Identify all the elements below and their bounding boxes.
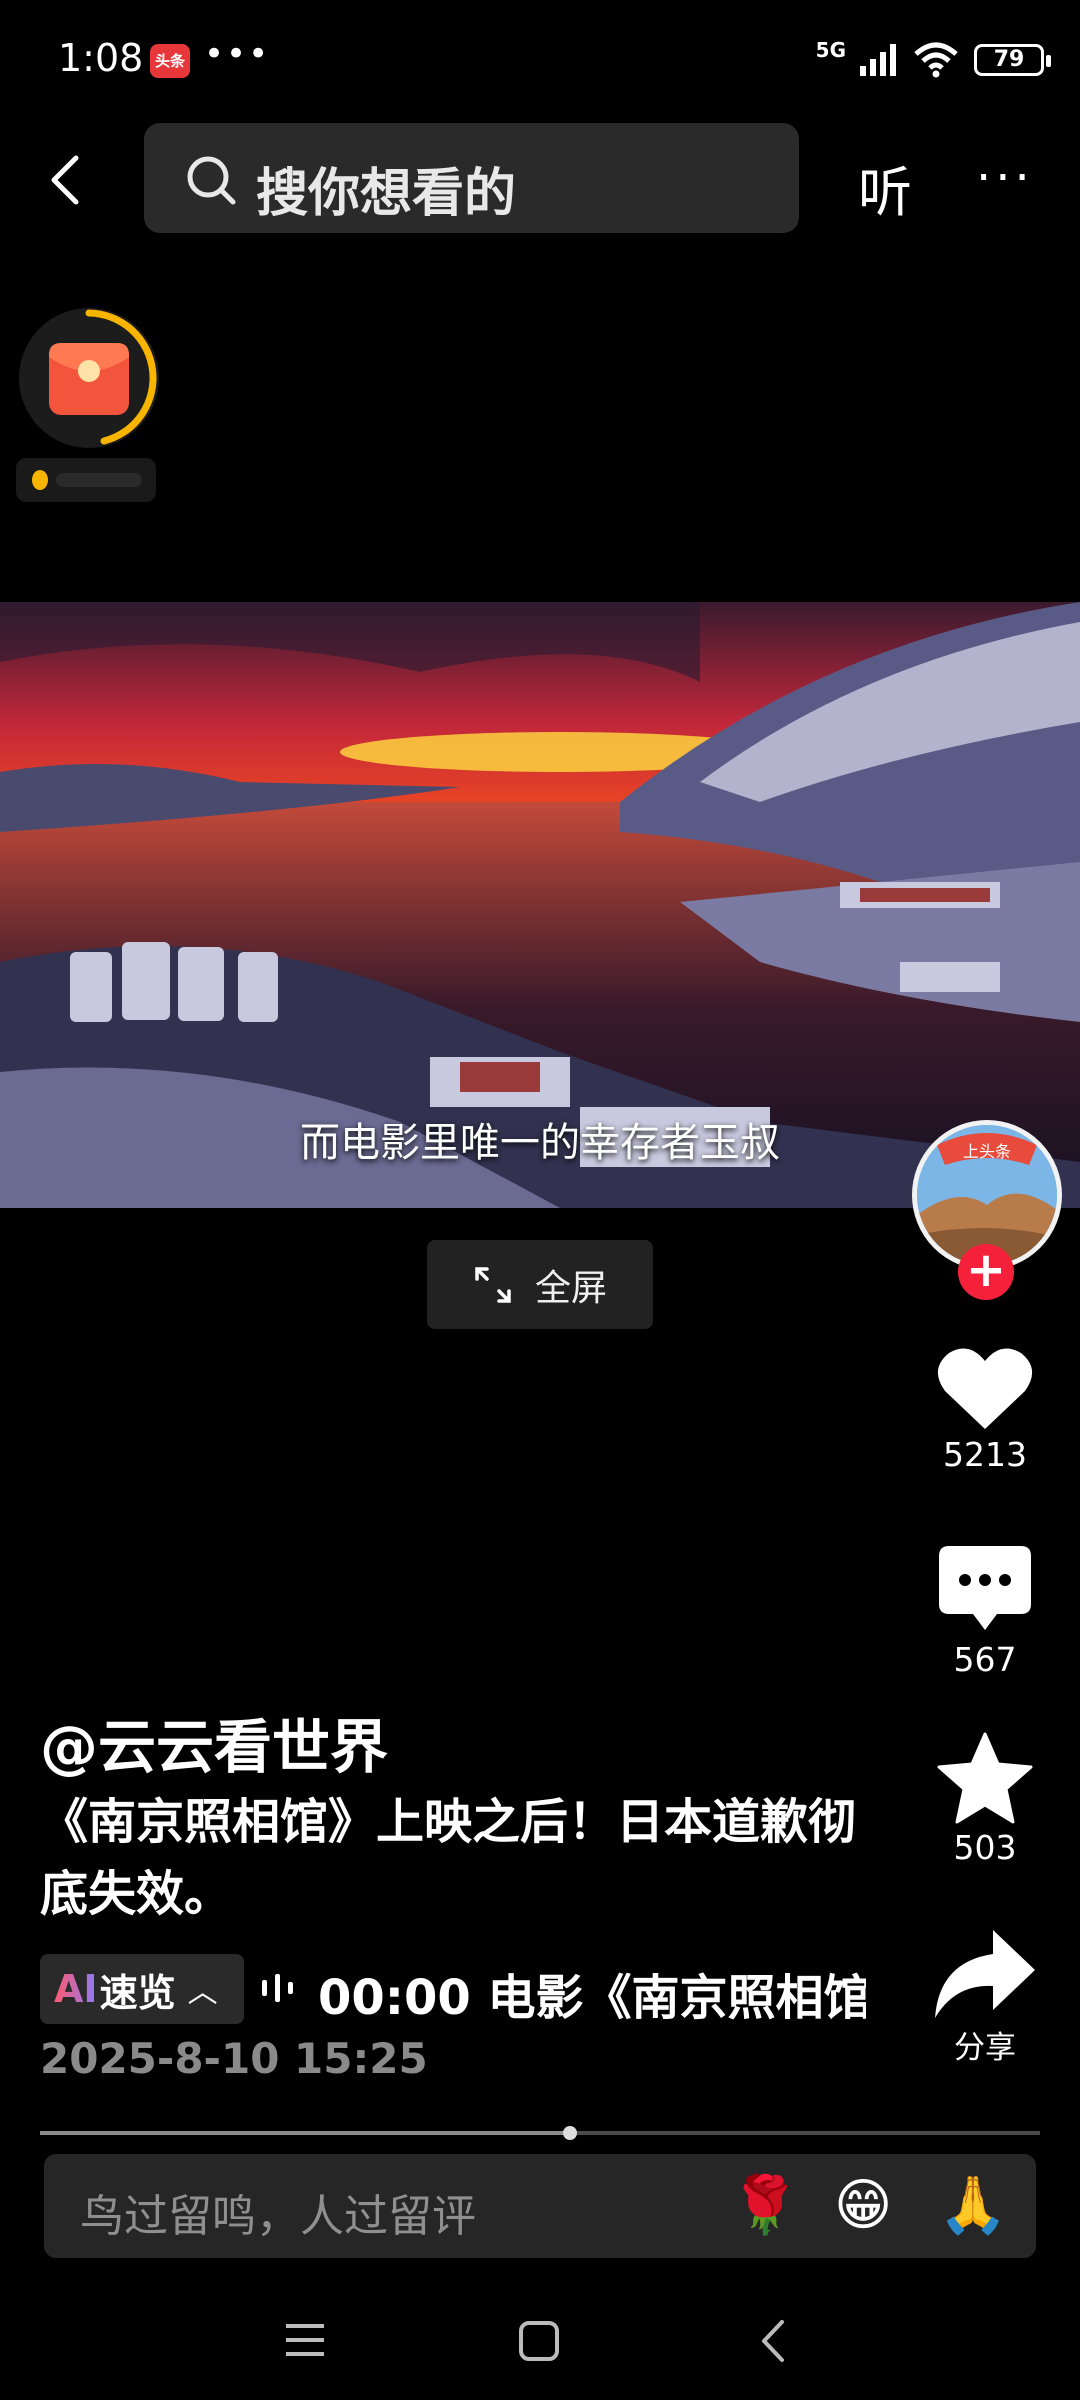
system-nav-bar <box>0 2290 1080 2400</box>
star-icon <box>937 1732 1033 1824</box>
status-time: 1:08 <box>58 36 144 80</box>
ai-badge: AI <box>54 1967 98 2011</box>
like-count: 5213 <box>943 1435 1027 1474</box>
more-button[interactable]: ··· <box>976 150 1034 206</box>
status-bar: 1:08 头条 ••• 5G 79 <box>0 0 1080 120</box>
ai-summary-button[interactable]: AI 速览 ︿ <box>40 1954 244 2024</box>
home-icon[interactable] <box>518 2320 560 2362</box>
signal-icon <box>860 44 896 76</box>
progress-thumb[interactable] <box>563 2126 577 2140</box>
post-date: 2025-8-10 15:25 <box>40 2034 428 2083</box>
video-subtitle: 而电影里唯一的幸存者玉叔 <box>300 1120 780 1166</box>
rose-emoji-icon[interactable]: 🌹 <box>730 2174 800 2238</box>
pray-emoji-icon[interactable]: 🙏 <box>938 2174 1008 2238</box>
red-packet-progress <box>16 458 156 502</box>
chevron-up-icon: ︿ <box>187 1975 218 2010</box>
share-arrow-icon <box>935 1930 1035 2018</box>
fullscreen-label: 全屏 <box>534 1267 607 1309</box>
grin-emoji-icon[interactable]: 😁 <box>834 2174 892 2238</box>
favorite-button[interactable]: 503 <box>900 1732 1070 1867</box>
avatar-badge-text: 上头条 <box>963 1142 1011 1161</box>
post-caption[interactable]: 《南京照相馆》上映之后！日本道歉彻底失效。 <box>40 1786 870 1930</box>
share-button[interactable]: 分享 <box>900 1930 1070 2067</box>
heart-icon <box>937 1348 1033 1429</box>
menu-icon[interactable] <box>284 2320 326 2360</box>
back-nav-icon[interactable] <box>758 2318 788 2364</box>
comment-icon <box>939 1546 1031 1630</box>
audio-wave-icon <box>262 1974 293 2002</box>
comment-input[interactable]: 鸟过留鸣，人过留评 🌹 😁 🙏 <box>44 2154 1036 2258</box>
search-icon <box>187 156 236 205</box>
fullscreen-button[interactable]: 全屏 <box>427 1240 653 1329</box>
top-bar: 搜你想看的 听 ··· <box>0 120 1080 240</box>
status-icons: 5G 79 <box>816 38 1051 78</box>
network-type: 5G <box>815 38 846 62</box>
search-bar[interactable]: 搜你想看的 <box>144 123 799 233</box>
video-progress-bar[interactable] <box>40 2126 1040 2140</box>
battery-indicator: 79 <box>974 44 1051 76</box>
wifi-icon <box>914 42 958 78</box>
ai-summary-label: 速览 <box>99 1970 176 2015</box>
search-placeholder: 搜你想看的 <box>256 164 517 224</box>
share-label: 分享 <box>954 2030 1016 2066</box>
follow-button[interactable]: + <box>958 1244 1014 1300</box>
expand-icon <box>475 1266 511 1303</box>
comment-button[interactable]: 567 <box>900 1546 1070 1679</box>
red-packet-icon[interactable] <box>16 305 162 451</box>
like-button[interactable]: 5213 <box>900 1345 1070 1474</box>
comment-placeholder: 鸟过留鸣，人过留评 <box>80 2191 476 2242</box>
ai-summary-text[interactable]: 00:00 电影《南京照相馆 <box>318 1958 866 2028</box>
progress-fill <box>40 2131 570 2135</box>
author-name[interactable]: @云云看世界 <box>40 1700 388 1784</box>
listen-button[interactable]: 听 <box>858 148 912 227</box>
favorite-count: 503 <box>953 1828 1017 1867</box>
back-icon[interactable] <box>36 148 100 212</box>
comment-count: 567 <box>953 1640 1017 1679</box>
notification-more-icon: ••• <box>204 34 271 74</box>
toutiao-app-icon: 头条 <box>150 44 190 78</box>
